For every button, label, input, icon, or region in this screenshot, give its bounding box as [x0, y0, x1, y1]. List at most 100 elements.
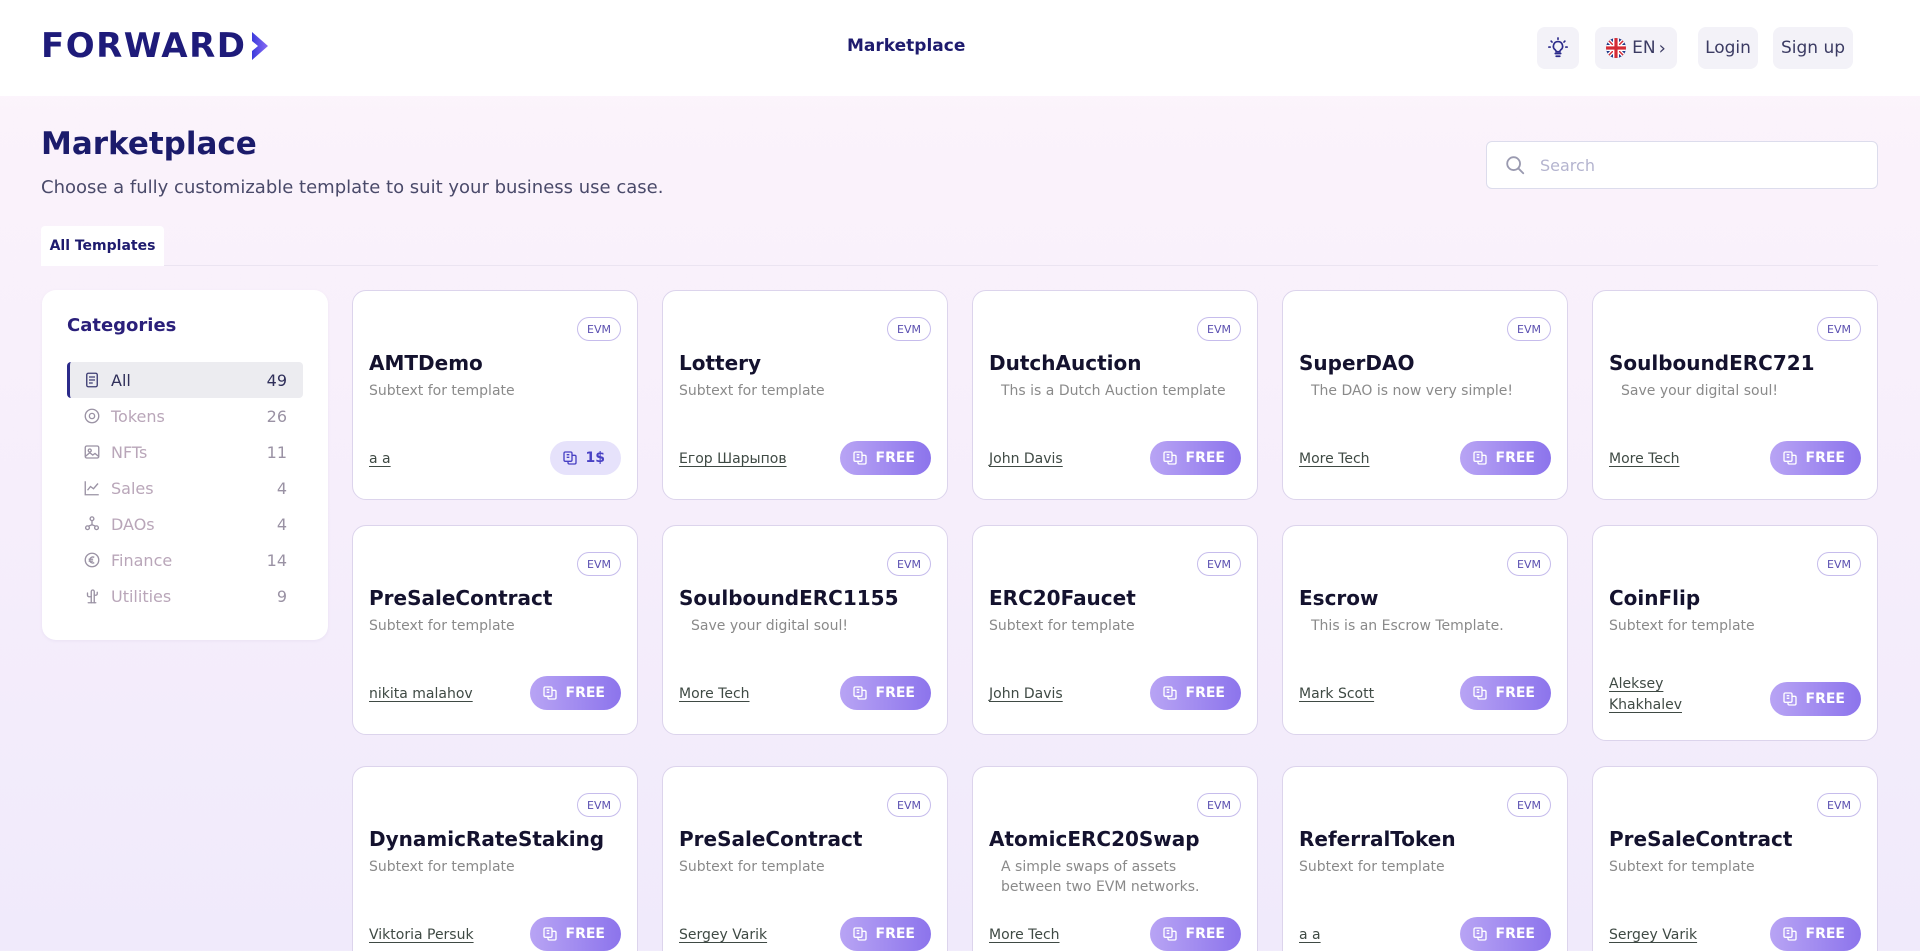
- category-item-tokens[interactable]: Tokens 26: [67, 398, 303, 434]
- template-card[interactable]: EVM SuperDAO The DAO is now very simple!…: [1282, 290, 1568, 500]
- language-selector[interactable]: EN ›: [1595, 27, 1677, 69]
- template-card[interactable]: EVM SoulboundERC721 Save your digital so…: [1592, 290, 1878, 500]
- template-card[interactable]: EVM Lottery Subtext for template Егор Ша…: [662, 290, 948, 500]
- price-button[interactable]: FREE: [1149, 441, 1241, 475]
- author-link[interactable]: a a: [369, 449, 391, 470]
- signup-button[interactable]: Sign up: [1773, 27, 1853, 69]
- price-button[interactable]: 1$: [549, 441, 621, 475]
- coins-icon: [1782, 692, 1797, 706]
- search-input[interactable]: [1540, 155, 1860, 175]
- author-link[interactable]: Aleksey Khakhalev: [1609, 674, 1689, 716]
- price-label: FREE: [1185, 450, 1225, 466]
- author-link[interactable]: Viktoria Persuk: [369, 925, 474, 946]
- card-subtitle: Subtext for template: [679, 383, 825, 399]
- author-link[interactable]: John Davis: [989, 449, 1063, 470]
- price-label: FREE: [875, 450, 915, 466]
- template-card[interactable]: EVM PreSaleContract Subtext for template…: [352, 525, 638, 735]
- author-link[interactable]: More Tech: [989, 925, 1060, 946]
- coins-icon: [852, 686, 867, 700]
- category-label: Sales: [111, 478, 154, 498]
- network-badge: EVM: [1507, 317, 1551, 341]
- document-icon: [83, 371, 101, 389]
- author-link[interactable]: More Tech: [679, 684, 750, 705]
- card-subtitle: The DAO is now very simple!: [1311, 383, 1514, 399]
- category-count: 11: [266, 442, 287, 462]
- price-button[interactable]: FREE: [1459, 676, 1551, 710]
- card-subtitle: Subtext for template: [1609, 859, 1755, 875]
- category-item-utilities[interactable]: Utilities 9: [67, 578, 303, 614]
- template-card[interactable]: EVM Escrow This is an Escrow Template. M…: [1282, 525, 1568, 735]
- categories-title: Categories: [67, 315, 177, 336]
- category-label: Tokens: [111, 406, 165, 426]
- author-link[interactable]: Егор Шарыпов: [679, 449, 787, 470]
- price-button[interactable]: FREE: [1769, 441, 1861, 475]
- template-card[interactable]: EVM ERC20Faucet Subtext for template Joh…: [972, 525, 1258, 735]
- price-button[interactable]: FREE: [529, 917, 621, 951]
- network-badge: EVM: [887, 793, 931, 817]
- nav-marketplace-link[interactable]: Marketplace: [847, 36, 965, 56]
- price-button[interactable]: FREE: [1149, 917, 1241, 951]
- card-subtitle: Subtext for template: [1609, 618, 1755, 634]
- author-link[interactable]: Mark Scott: [1299, 684, 1374, 705]
- template-card[interactable]: EVM PreSaleContract Subtext for template…: [662, 766, 948, 951]
- template-card[interactable]: EVM DutchAuction Ths is a Dutch Auction …: [972, 290, 1258, 500]
- template-card[interactable]: EVM CoinFlip Subtext for template Alekse…: [1592, 525, 1878, 741]
- network-badge: EVM: [577, 317, 621, 341]
- template-card[interactable]: EVM AtomicERC20Swap A simple swaps of as…: [972, 766, 1258, 951]
- price-button[interactable]: FREE: [1149, 676, 1241, 710]
- network-badge: EVM: [1197, 552, 1241, 576]
- card-title: AMTDemo: [369, 351, 483, 375]
- author-link[interactable]: a a: [1299, 925, 1321, 946]
- network-badge: EVM: [887, 552, 931, 576]
- logo-text: FORWARD: [41, 26, 247, 66]
- price-label: FREE: [1495, 685, 1535, 701]
- chart-icon: [83, 479, 101, 497]
- price-label: 1$: [585, 450, 605, 466]
- category-count: 4: [276, 478, 287, 498]
- author-link[interactable]: Sergey Varik: [1609, 925, 1697, 946]
- template-card[interactable]: EVM DynamicRateStaking Subtext for templ…: [352, 766, 638, 951]
- author-link[interactable]: More Tech: [1299, 449, 1370, 470]
- search-box[interactable]: [1486, 141, 1878, 189]
- network-badge: EVM: [1817, 317, 1861, 341]
- login-button[interactable]: Login: [1698, 27, 1758, 69]
- image-icon: [83, 443, 101, 461]
- coins-icon: [542, 686, 557, 700]
- price-button[interactable]: FREE: [529, 676, 621, 710]
- category-item-sales[interactable]: Sales 4: [67, 470, 303, 506]
- network-badge: EVM: [1817, 552, 1861, 576]
- author-link[interactable]: John Davis: [989, 684, 1063, 705]
- template-card[interactable]: EVM SoulboundERC1155 Save your digital s…: [662, 525, 948, 735]
- price-button[interactable]: FREE: [1459, 917, 1551, 951]
- card-title: ReferralToken: [1299, 827, 1456, 851]
- card-subtitle: Subtext for template: [1299, 859, 1445, 875]
- author-link[interactable]: nikita malahov: [369, 684, 473, 705]
- categories-panel: Categories All 49 Tokens 26 NFTs 11 Sale…: [42, 290, 328, 640]
- price-button[interactable]: FREE: [839, 917, 931, 951]
- card-title: DynamicRateStaking: [369, 827, 605, 851]
- forward-logo[interactable]: FORWARD: [41, 26, 271, 66]
- author-link[interactable]: Sergey Varik: [679, 925, 767, 946]
- theme-toggle-button[interactable]: [1537, 27, 1579, 69]
- tab-all-templates[interactable]: All Templates: [41, 226, 164, 266]
- template-card[interactable]: EVM AMTDemo Subtext for template a a 1$: [352, 290, 638, 500]
- author-link[interactable]: More Tech: [1609, 449, 1680, 470]
- category-count: 9: [276, 586, 287, 606]
- price-button[interactable]: FREE: [839, 676, 931, 710]
- language-label: EN: [1632, 38, 1656, 58]
- price-button[interactable]: FREE: [1459, 441, 1551, 475]
- template-card[interactable]: EVM ReferralToken Subtext for template a…: [1282, 766, 1568, 951]
- price-button[interactable]: FREE: [1769, 917, 1861, 951]
- coins-icon: [1162, 927, 1177, 941]
- category-item-daos[interactable]: DAOs 4: [67, 506, 303, 542]
- price-label: FREE: [565, 685, 605, 701]
- category-item-finance[interactable]: Finance 14: [67, 542, 303, 578]
- category-item-all[interactable]: All 49: [67, 362, 303, 398]
- category-item-nfts[interactable]: NFTs 11: [67, 434, 303, 470]
- price-button[interactable]: FREE: [1769, 682, 1861, 716]
- price-button[interactable]: FREE: [839, 441, 931, 475]
- category-count: 49: [266, 370, 287, 390]
- card-title: PreSaleContract: [1609, 827, 1793, 851]
- coins-icon: [1782, 927, 1797, 941]
- template-card[interactable]: EVM PreSaleContract Subtext for template…: [1592, 766, 1878, 951]
